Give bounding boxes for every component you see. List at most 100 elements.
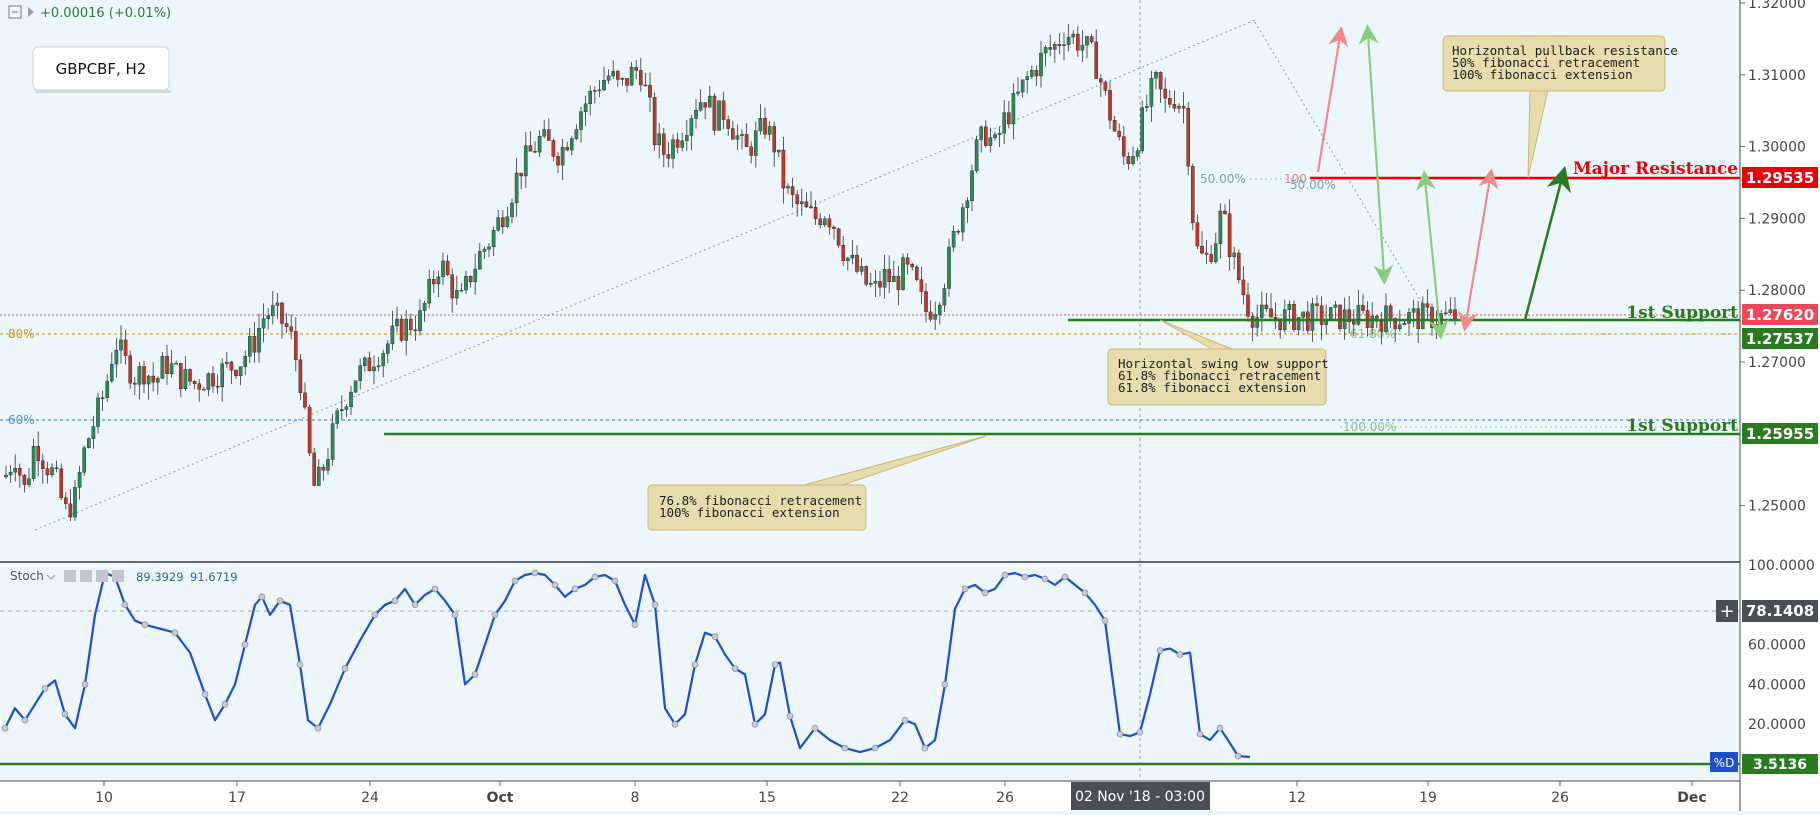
- time-tick-label: 15: [758, 790, 776, 806]
- candle: [45, 468, 50, 476]
- stoch-point: [141, 621, 149, 629]
- candle: [335, 410, 340, 424]
- fib-100-label-a: 100: [1284, 172, 1307, 186]
- candle: [27, 478, 31, 485]
- stoch-tick-label: 100.0000: [1748, 558, 1815, 574]
- candle: [445, 260, 450, 275]
- stoch-point: [201, 691, 209, 698]
- stoch-point: [871, 744, 879, 752]
- stoch-point: [341, 665, 349, 672]
- candle: [215, 385, 220, 388]
- candle: [892, 276, 896, 283]
- candle: [1135, 150, 1140, 157]
- candle: [997, 132, 1002, 135]
- candle: [105, 380, 109, 398]
- stoch-point: [786, 712, 794, 720]
- candle: [303, 392, 307, 408]
- candle: [289, 326, 294, 332]
- candle: [160, 356, 165, 379]
- candle: [1310, 303, 1315, 331]
- chart-svg: 80% 60% 50.00% 50.00% 100 61.80% 100.00%…: [0, 0, 1820, 811]
- stoch-point: [711, 633, 719, 640]
- stoch-point: [241, 641, 249, 648]
- candle: [919, 279, 924, 292]
- stoch-point: [1061, 573, 1069, 581]
- eye-icon[interactable]: [64, 570, 76, 582]
- candle: [404, 318, 409, 341]
- candle: [206, 373, 211, 390]
- time-tick-label: 10: [95, 790, 113, 806]
- candle: [501, 217, 505, 227]
- candle: [1158, 71, 1163, 90]
- candle: [464, 275, 468, 291]
- candle: [132, 382, 137, 385]
- candle: [887, 268, 891, 283]
- candle: [731, 128, 735, 140]
- candle: [487, 246, 491, 250]
- close-icon[interactable]: [112, 570, 124, 582]
- candle: [873, 281, 878, 284]
- candle: [795, 194, 799, 205]
- candle: [1071, 33, 1075, 38]
- candle: [376, 365, 381, 368]
- stoch-point: [1234, 752, 1242, 760]
- candle: [1094, 41, 1098, 79]
- candle: [588, 90, 592, 105]
- svg-text:78.1408: 78.1408: [1746, 602, 1814, 620]
- candle: [54, 467, 59, 469]
- candle: [100, 397, 105, 399]
- stoch-point: [1, 724, 9, 732]
- candle: [169, 363, 174, 375]
- gear-icon[interactable]: [80, 570, 92, 582]
- candle: [1020, 79, 1025, 93]
- candle: [786, 186, 790, 189]
- price-tick-label: 1.31000: [1748, 68, 1806, 84]
- candle: [340, 409, 344, 412]
- candle: [31, 446, 36, 479]
- candle: [666, 154, 671, 159]
- candle: [41, 460, 45, 469]
- candle: [82, 447, 86, 473]
- candle: [1190, 165, 1195, 223]
- candle: [1043, 47, 1048, 54]
- candle: [468, 275, 473, 283]
- candle: [542, 129, 546, 137]
- candle: [1370, 315, 1374, 328]
- price-tick-label: 1.29000: [1748, 211, 1806, 227]
- candle: [1259, 304, 1264, 318]
- stoch-point: [1196, 730, 1204, 738]
- candle: [1236, 252, 1241, 281]
- candle: [114, 349, 119, 365]
- candle: [717, 100, 721, 131]
- candle: [772, 126, 776, 153]
- candle: [307, 406, 312, 454]
- candle: [1025, 76, 1029, 81]
- symbol-badge[interactable]: GBPCBF, H2: [32, 46, 171, 93]
- candle: [1007, 112, 1011, 125]
- candle: [1250, 316, 1255, 328]
- candle: [1209, 254, 1213, 262]
- candle: [938, 304, 942, 315]
- candle: [671, 139, 675, 159]
- plus-icon[interactable]: [96, 570, 108, 582]
- candle: [326, 459, 330, 471]
- fib-60-label: 60%: [8, 413, 35, 427]
- stoch-tick-label: 20.0000: [1748, 717, 1806, 733]
- candle: [344, 406, 349, 410]
- candle: [1273, 317, 1278, 319]
- candle: [50, 467, 54, 476]
- time-tick-label: 26: [996, 790, 1014, 806]
- stoch-point: [1156, 647, 1164, 654]
- candle: [556, 156, 560, 166]
- candle: [924, 291, 928, 313]
- candle: [77, 472, 82, 488]
- candle: [68, 503, 73, 518]
- stoch-point: [451, 611, 459, 619]
- candle: [809, 206, 813, 209]
- stoch-point: [1136, 728, 1144, 736]
- candle: [1227, 213, 1232, 257]
- stoch-point: [1216, 724, 1224, 732]
- candle: [1048, 47, 1052, 50]
- candle: [482, 248, 487, 252]
- stoch-point: [1101, 617, 1109, 625]
